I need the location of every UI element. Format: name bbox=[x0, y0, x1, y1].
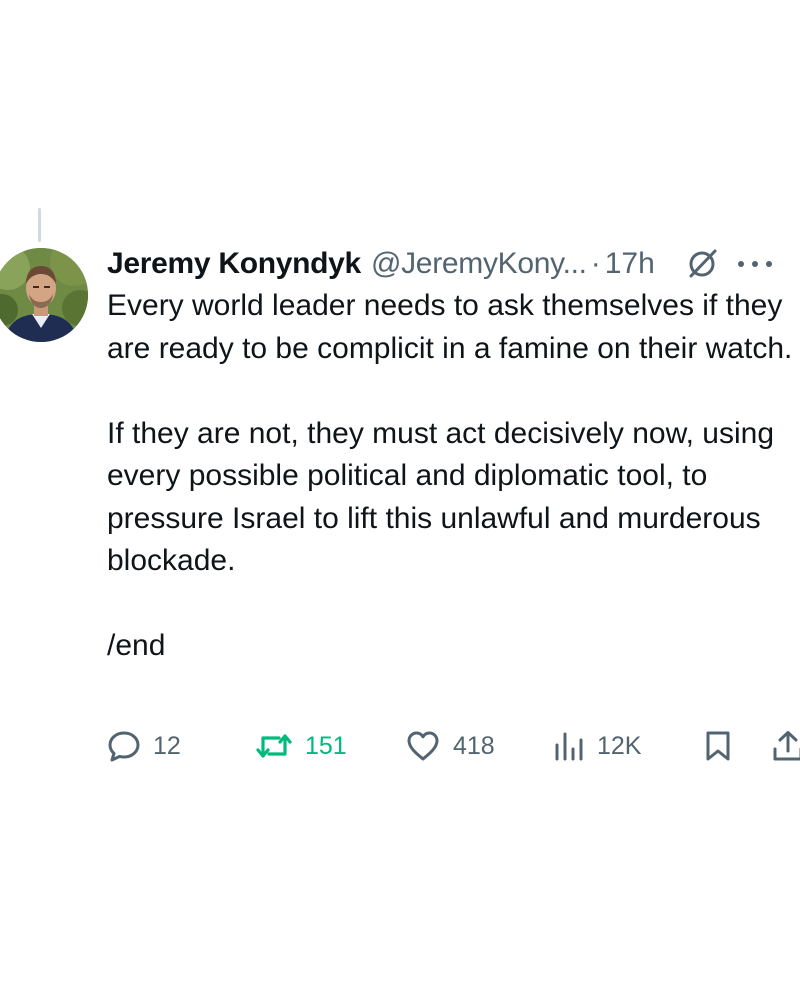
share-icon bbox=[771, 729, 800, 763]
heart-icon bbox=[405, 729, 441, 763]
thread-connector-line bbox=[38, 208, 41, 242]
like-count: 418 bbox=[453, 731, 495, 760]
avatar[interactable] bbox=[0, 248, 88, 342]
views-count: 12K bbox=[597, 731, 642, 760]
tweet-header: Jeremy Konyndyk @JeremyKony... · 17h bbox=[107, 240, 800, 288]
author-handle[interactable]: @JeremyKony... bbox=[371, 240, 587, 288]
bookmark-button[interactable] bbox=[703, 722, 733, 770]
tweet-content: Jeremy Konyndyk @JeremyKony... · 17h Eve… bbox=[107, 240, 800, 668]
tweet-text: Every world leader needs to ask themselv… bbox=[107, 285, 797, 668]
repost-button[interactable]: 151 bbox=[255, 722, 347, 770]
tweet-page: Jeremy Konyndyk @JeremyKony... · 17h Eve… bbox=[0, 0, 800, 1000]
author-display-name[interactable]: Jeremy Konyndyk bbox=[107, 240, 361, 288]
repost-count: 151 bbox=[305, 731, 347, 760]
tweet-actions-bar: 12 151 418 12K bbox=[107, 722, 800, 770]
views-button[interactable]: 12K bbox=[553, 722, 641, 770]
like-button[interactable]: 418 bbox=[405, 722, 495, 770]
reply-count: 12 bbox=[153, 731, 181, 760]
tweet-paragraph: /end bbox=[107, 629, 166, 662]
bookmark-icon bbox=[703, 729, 733, 763]
share-button[interactable] bbox=[771, 722, 800, 770]
repost-icon bbox=[255, 729, 293, 763]
tweet-paragraph: Every world leader needs to ask themselv… bbox=[107, 289, 793, 365]
views-icon bbox=[553, 729, 585, 763]
more-icon[interactable] bbox=[735, 247, 775, 281]
reply-button[interactable]: 12 bbox=[107, 722, 181, 770]
tweet-timestamp[interactable]: 17h bbox=[605, 240, 655, 288]
time-separator: · bbox=[590, 247, 601, 280]
tweet-paragraph: If they are not, they must act decisivel… bbox=[107, 416, 775, 578]
grok-icon[interactable] bbox=[685, 247, 719, 281]
reply-icon bbox=[107, 729, 141, 763]
